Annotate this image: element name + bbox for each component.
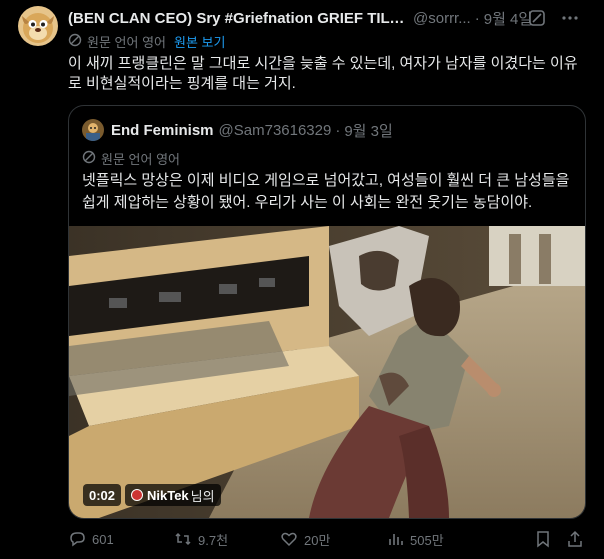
quote-author-name[interactable]: End Feminism [111, 122, 214, 139]
share-icon [568, 530, 582, 547]
more-icon[interactable] [560, 11, 580, 25]
separator-dot: · [335, 121, 341, 139]
like-icon [281, 532, 297, 547]
action-bar: 601 9.7천 20만 505만 [68, 528, 588, 550]
post-header: (BEN CLAN CEO) Sry #Griefnation GRIEF TI… [68, 7, 588, 29]
like-button[interactable]: 20만 [280, 528, 330, 550]
quote-translate-label: 원문 언어 영어 [101, 151, 180, 167]
repost-count: 9.7천 [198, 532, 229, 548]
video-frame [69, 226, 585, 518]
view-count: 505만 [410, 532, 444, 548]
quote-text: 넷플릭스 망상은 이제 비디오 게임으로 넘어갔고, 여성들이 훨씬 더 큰 남… [82, 172, 570, 211]
translate-icon [68, 33, 87, 50]
translate-icon [82, 150, 101, 167]
reply-count: 601 [92, 531, 114, 547]
show-original-link[interactable]: 원본 보기 [174, 32, 225, 51]
credit-avatar [131, 489, 143, 501]
video-player[interactable]: 0:02 NikTek 님의 [69, 226, 585, 518]
separator-dot: · [474, 9, 480, 27]
video-timestamp: 0:02 [83, 484, 122, 506]
quote-author-handle[interactable]: @Sam73616329 [219, 122, 332, 139]
views-icon [389, 534, 403, 545]
bookmark-icon [537, 531, 549, 548]
credit-suffix: 님의 [190, 488, 215, 504]
like-count: 20만 [304, 532, 331, 548]
quote-date[interactable]: 9월 3일 [344, 120, 392, 141]
grok-icon[interactable] [528, 9, 546, 27]
reply-icon [70, 532, 85, 547]
bookmark-button[interactable] [534, 528, 558, 550]
quote-header: End Feminism @Sam73616329 · 9월 3일 [111, 120, 393, 140]
credit-name[interactable]: NikTek [147, 488, 189, 503]
reply-button[interactable]: 601 [68, 528, 114, 550]
post-date[interactable]: 9월 4일 [484, 8, 532, 29]
quote-author-avatar[interactable] [82, 119, 104, 141]
repost-button[interactable]: 9.7천 [174, 528, 228, 550]
translate-label: 원문 언어 영어 [87, 34, 166, 50]
translation-info: 원문 언어 영어 원본 보기 [68, 31, 225, 51]
quoted-tweet[interactable]: End Feminism @Sam73616329 · 9월 3일 원문 언어 … [68, 105, 586, 519]
post-text: 이 새끼 프랭클린은 말 그대로 시간을 늦출 수 있는데, 여자가 남자를 이… [68, 55, 578, 92]
author-avatar[interactable] [18, 6, 58, 46]
views-button[interactable]: 505만 [386, 528, 444, 550]
quote-translation-info: 원문 언어 영어 [82, 148, 180, 168]
author-name[interactable]: (BEN CLAN CEO) Sry #Griefnation GRIEF TI… [68, 10, 408, 27]
repost-icon [175, 532, 191, 546]
tweet[interactable]: (BEN CLAN CEO) Sry #Griefnation GRIEF TI… [0, 0, 604, 559]
author-handle[interactable]: @sorrr... [413, 10, 471, 27]
share-button[interactable] [566, 528, 590, 550]
video-credit[interactable]: NikTek 님의 [125, 484, 221, 506]
